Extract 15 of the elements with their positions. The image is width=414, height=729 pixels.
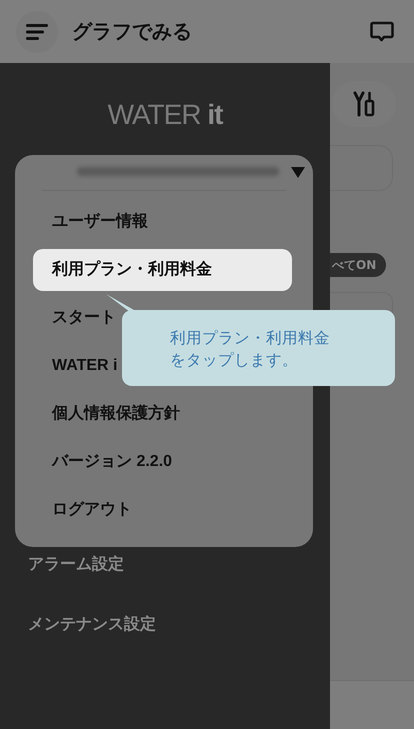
menu-item[interactable]: バージョン 2.2.0 bbox=[33, 441, 292, 483]
tools-icon bbox=[353, 91, 375, 117]
logo: WATER it bbox=[108, 98, 222, 132]
chat-icon[interactable] bbox=[370, 20, 394, 42]
menu-item[interactable]: ユーザー情報 bbox=[33, 201, 292, 243]
page-title: グラフでみる bbox=[72, 18, 193, 45]
menu-item[interactable]: 個人情報保護方針 bbox=[33, 393, 292, 435]
menu-item[interactable]: ログアウト bbox=[33, 489, 292, 531]
menu-icon bbox=[26, 24, 48, 40]
drawer-item[interactable]: アラーム設定 bbox=[28, 549, 124, 579]
menu-button[interactable] bbox=[16, 10, 58, 52]
drawer-item[interactable]: メンテナンス設定 bbox=[28, 609, 156, 639]
menu-item[interactable]: 利用プラン・利用料金 bbox=[33, 249, 292, 291]
all-on-button[interactable]: べてON bbox=[330, 253, 386, 277]
dropdown-icon[interactable] bbox=[291, 167, 305, 178]
